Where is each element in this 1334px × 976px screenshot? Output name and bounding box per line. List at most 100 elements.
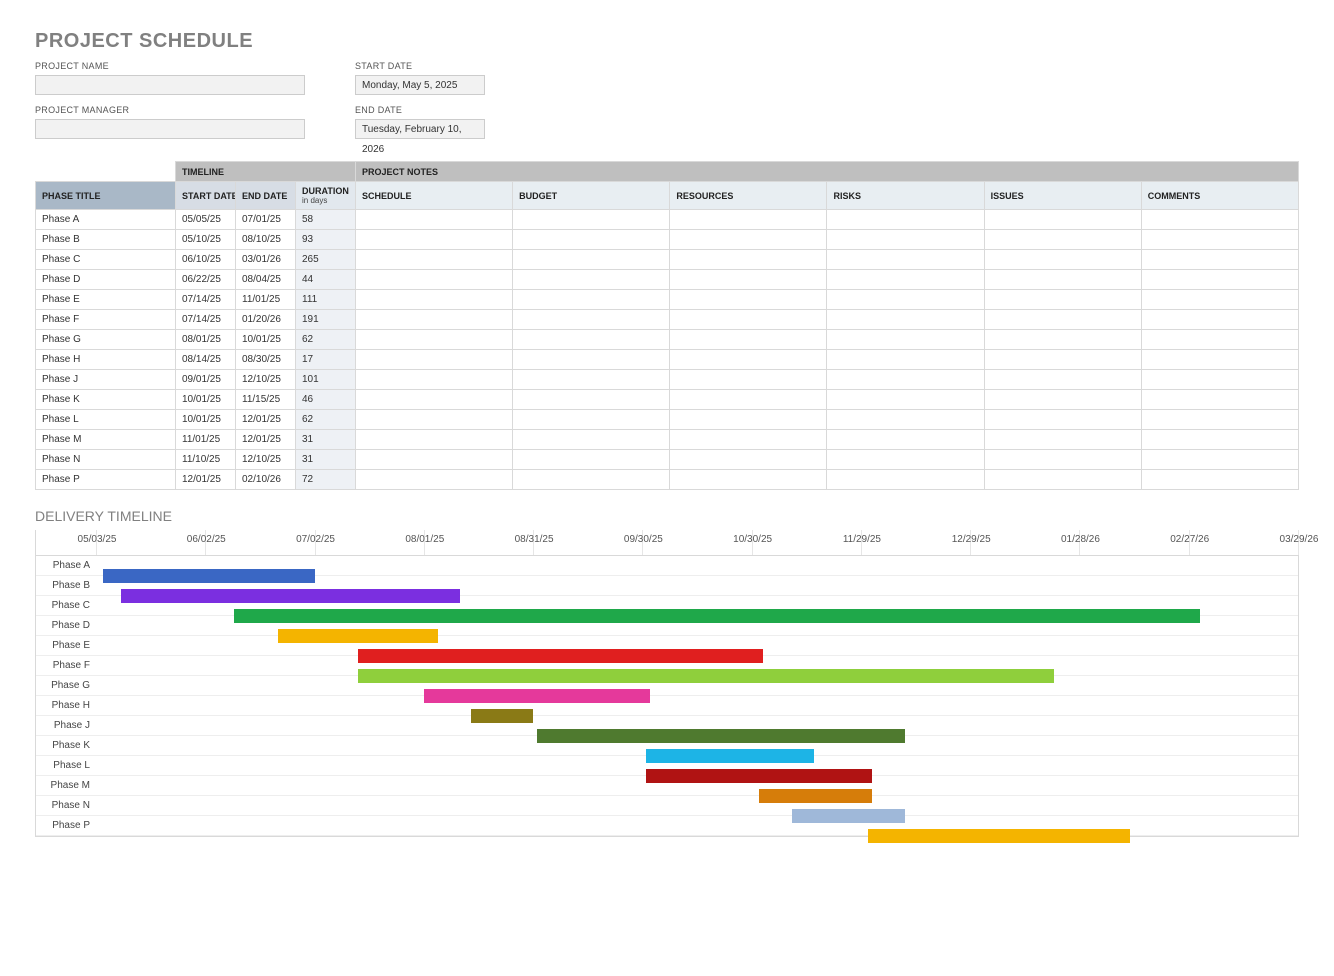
cell-resources[interactable] — [670, 230, 827, 250]
cell-comments[interactable] — [1141, 330, 1298, 350]
cell-resources[interactable] — [670, 210, 827, 230]
cell-comments[interactable] — [1141, 410, 1298, 430]
table-row[interactable]: Phase G08/01/2510/01/2562 — [36, 330, 1299, 350]
cell-risks[interactable] — [827, 330, 984, 350]
cell-issues[interactable] — [984, 290, 1141, 310]
cell-issues[interactable] — [984, 470, 1141, 490]
cell-resources[interactable] — [670, 290, 827, 310]
cell-resources[interactable] — [670, 310, 827, 330]
cell-schedule[interactable] — [356, 230, 513, 250]
cell-risks[interactable] — [827, 470, 984, 490]
table-row[interactable]: Phase C06/10/2503/01/26265 — [36, 250, 1299, 270]
cell-issues[interactable] — [984, 430, 1141, 450]
table-row[interactable]: Phase L10/01/2512/01/2562 — [36, 410, 1299, 430]
cell-issues[interactable] — [984, 450, 1141, 470]
cell-budget[interactable] — [513, 370, 670, 390]
cell-budget[interactable] — [513, 230, 670, 250]
cell-schedule[interactable] — [356, 290, 513, 310]
cell-budget[interactable] — [513, 470, 670, 490]
cell-risks[interactable] — [827, 270, 984, 290]
cell-schedule[interactable] — [356, 270, 513, 290]
project-manager-input[interactable] — [35, 119, 305, 139]
cell-schedule[interactable] — [356, 350, 513, 370]
cell-comments[interactable] — [1141, 250, 1298, 270]
table-row[interactable]: Phase J09/01/2512/10/25101 — [36, 370, 1299, 390]
cell-resources[interactable] — [670, 270, 827, 290]
cell-issues[interactable] — [984, 370, 1141, 390]
cell-risks[interactable] — [827, 290, 984, 310]
table-row[interactable]: Phase N11/10/2512/10/2531 — [36, 450, 1299, 470]
cell-budget[interactable] — [513, 330, 670, 350]
table-row[interactable]: Phase P12/01/2502/10/2672 — [36, 470, 1299, 490]
cell-budget[interactable] — [513, 250, 670, 270]
table-row[interactable]: Phase F07/14/2501/20/26191 — [36, 310, 1299, 330]
project-name-input[interactable] — [35, 75, 305, 95]
cell-budget[interactable] — [513, 210, 670, 230]
cell-comments[interactable] — [1141, 450, 1298, 470]
cell-issues[interactable] — [984, 310, 1141, 330]
cell-schedule[interactable] — [356, 470, 513, 490]
cell-resources[interactable] — [670, 370, 827, 390]
cell-schedule[interactable] — [356, 330, 513, 350]
cell-risks[interactable] — [827, 310, 984, 330]
cell-resources[interactable] — [670, 410, 827, 430]
cell-budget[interactable] — [513, 390, 670, 410]
cell-issues[interactable] — [984, 390, 1141, 410]
cell-resources[interactable] — [670, 250, 827, 270]
cell-issues[interactable] — [984, 230, 1141, 250]
cell-budget[interactable] — [513, 310, 670, 330]
cell-comments[interactable] — [1141, 210, 1298, 230]
cell-comments[interactable] — [1141, 370, 1298, 390]
cell-resources[interactable] — [670, 430, 827, 450]
cell-issues[interactable] — [984, 350, 1141, 370]
cell-comments[interactable] — [1141, 390, 1298, 410]
cell-comments[interactable] — [1141, 350, 1298, 370]
table-row[interactable]: Phase A05/05/2507/01/2558 — [36, 210, 1299, 230]
table-row[interactable]: Phase B05/10/2508/10/2593 — [36, 230, 1299, 250]
cell-budget[interactable] — [513, 450, 670, 470]
cell-resources[interactable] — [670, 350, 827, 370]
cell-schedule[interactable] — [356, 450, 513, 470]
cell-schedule[interactable] — [356, 430, 513, 450]
cell-schedule[interactable] — [356, 310, 513, 330]
cell-schedule[interactable] — [356, 390, 513, 410]
cell-budget[interactable] — [513, 430, 670, 450]
cell-issues[interactable] — [984, 330, 1141, 350]
cell-comments[interactable] — [1141, 430, 1298, 450]
cell-risks[interactable] — [827, 230, 984, 250]
cell-issues[interactable] — [984, 410, 1141, 430]
cell-budget[interactable] — [513, 270, 670, 290]
cell-risks[interactable] — [827, 250, 984, 270]
cell-issues[interactable] — [984, 250, 1141, 270]
table-row[interactable]: Phase D06/22/2508/04/2544 — [36, 270, 1299, 290]
cell-resources[interactable] — [670, 390, 827, 410]
table-row[interactable]: Phase M11/01/2512/01/2531 — [36, 430, 1299, 450]
cell-resources[interactable] — [670, 470, 827, 490]
cell-schedule[interactable] — [356, 250, 513, 270]
cell-risks[interactable] — [827, 430, 984, 450]
cell-comments[interactable] — [1141, 270, 1298, 290]
cell-schedule[interactable] — [356, 410, 513, 430]
cell-risks[interactable] — [827, 350, 984, 370]
cell-resources[interactable] — [670, 450, 827, 470]
cell-comments[interactable] — [1141, 310, 1298, 330]
cell-comments[interactable] — [1141, 290, 1298, 310]
cell-risks[interactable] — [827, 410, 984, 430]
cell-issues[interactable] — [984, 210, 1141, 230]
table-row[interactable]: Phase K10/01/2511/15/2546 — [36, 390, 1299, 410]
table-row[interactable]: Phase E07/14/2511/01/25111 — [36, 290, 1299, 310]
cell-budget[interactable] — [513, 350, 670, 370]
cell-risks[interactable] — [827, 450, 984, 470]
cell-schedule[interactable] — [356, 210, 513, 230]
cell-risks[interactable] — [827, 370, 984, 390]
cell-comments[interactable] — [1141, 230, 1298, 250]
cell-comments[interactable] — [1141, 470, 1298, 490]
cell-issues[interactable] — [984, 270, 1141, 290]
cell-schedule[interactable] — [356, 370, 513, 390]
cell-budget[interactable] — [513, 410, 670, 430]
table-row[interactable]: Phase H08/14/2508/30/2517 — [36, 350, 1299, 370]
cell-budget[interactable] — [513, 290, 670, 310]
cell-risks[interactable] — [827, 390, 984, 410]
cell-risks[interactable] — [827, 210, 984, 230]
cell-resources[interactable] — [670, 330, 827, 350]
